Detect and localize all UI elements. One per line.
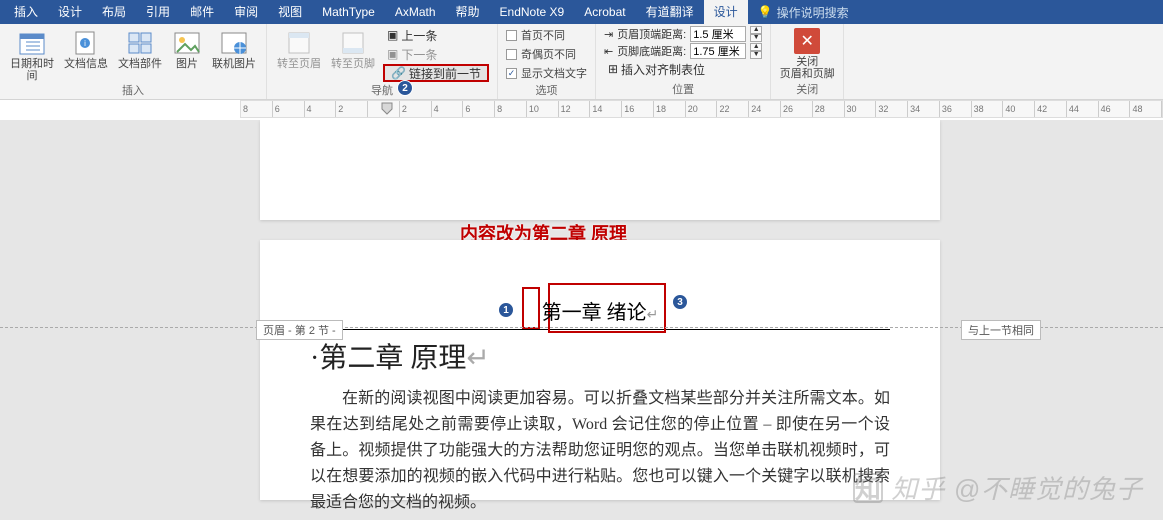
btn-online-pic[interactable]: 联机图片 (210, 26, 258, 70)
tab-icon: ⊞ (608, 62, 618, 76)
checkbox-icon (506, 30, 517, 41)
tab-mailings[interactable]: 邮件 (180, 0, 224, 24)
ruler-area: 8642246810121416182022242628303234363840… (0, 100, 1163, 120)
tab-endnote[interactable]: EndNote X9 (490, 0, 575, 24)
document-area: 内容改为第二章 原理 1 第一章 绪论↵ 3 ·第二章 原理↵ 在新的阅读视图中… (0, 120, 1163, 520)
ribbon-tabs: 插入 设计 布局 引用 邮件 审阅 视图 MathType AxMath 帮助 … (0, 0, 1163, 24)
svg-text:i: i (84, 39, 86, 48)
tab-acrobat[interactable]: Acrobat (574, 0, 635, 24)
tab-references[interactable]: 引用 (136, 0, 180, 24)
ribbon: 日期和时间 i 文档信息 文档部件 图片 联机图片 插入 (0, 24, 1163, 100)
tag-header-section: 页眉 - 第 2 节 - (256, 320, 343, 340)
bulb-icon: 💡 (758, 5, 773, 19)
calendar-icon (18, 30, 46, 56)
group-label-insert: 插入 (8, 82, 258, 100)
group-nav: 转至页眉 转至页脚 ▣上一条 ▣下一条 🔗链接到前一节 导航 2 (267, 24, 498, 99)
up-arrow-icon: ▣ (387, 28, 398, 42)
horizontal-ruler[interactable]: 8642246810121416182022242628303234363840… (240, 100, 1163, 118)
ruler-bottom-icon: ⇤ (604, 45, 613, 58)
group-label-close: 关闭 (779, 81, 835, 99)
page-prev-bottom (260, 120, 940, 220)
group-insert: 日期和时间 i 文档信息 文档部件 图片 联机图片 插入 (0, 24, 267, 99)
indent-marker-icon[interactable] (381, 102, 393, 118)
header-region[interactable]: 1 第一章 绪论↵ 3 (310, 270, 890, 330)
label-goto-header: 转至页眉 (277, 58, 321, 70)
label-doc-parts: 文档部件 (118, 58, 162, 70)
tell-me-search[interactable]: 💡 操作说明搜索 (758, 4, 849, 21)
zhihu-icon: 知 (853, 473, 883, 503)
down-arrow-icon: ▣ (387, 47, 398, 61)
spin-down-icon[interactable]: ▼ (750, 34, 762, 42)
btn-picture[interactable]: 图片 (170, 26, 204, 70)
chk-odd-even[interactable]: 奇偶页不同 (506, 45, 587, 63)
page-current[interactable]: 1 第一章 绪论↵ 3 ·第二章 原理↵ 在新的阅读视图中阅读更加容易。可以折叠… (260, 240, 940, 500)
btn-prev-section[interactable]: ▣上一条 (383, 26, 489, 44)
label-picture: 图片 (176, 58, 198, 70)
tab-layout[interactable]: 布局 (92, 0, 136, 24)
label-date-time: 日期和时间 (8, 58, 56, 82)
goto-footer-icon (339, 30, 367, 56)
btn-close-hf[interactable]: ✕ 关闭页眉和页脚 (779, 26, 835, 80)
spin-down-icon[interactable]: ▼ (750, 51, 762, 59)
tab-mathtype[interactable]: MathType (312, 0, 385, 24)
group-close: ✕ 关闭页眉和页脚 关闭 (771, 24, 844, 99)
tab-hf-design[interactable]: 设计 (704, 0, 748, 24)
spin-up-icon[interactable]: ▲ (750, 43, 762, 51)
btn-date-time[interactable]: 日期和时间 (8, 26, 56, 82)
tell-me-label: 操作说明搜索 (777, 4, 849, 21)
badge-2: 2 (397, 80, 413, 96)
header-top-input[interactable] (690, 26, 746, 42)
footer-bottom-input[interactable] (690, 43, 746, 59)
doc-info-icon: i (72, 30, 100, 56)
btn-next-section[interactable]: ▣下一条 (383, 45, 489, 63)
link-icon: 🔗 (391, 66, 406, 80)
tab-axmath[interactable]: AxMath (385, 0, 446, 24)
tab-design[interactable]: 设计 (48, 0, 92, 24)
btn-goto-footer[interactable]: 转至页脚 (329, 26, 377, 70)
chk-show-text[interactable]: ✓显示文档文字 (506, 64, 587, 82)
btn-doc-info[interactable]: i 文档信息 (62, 26, 110, 70)
heading-chapter[interactable]: ·第二章 原理↵ (310, 336, 890, 376)
btn-doc-parts[interactable]: 文档部件 (116, 26, 164, 70)
group-label-options: 选项 (506, 82, 587, 100)
btn-goto-header[interactable]: 转至页眉 (275, 26, 323, 70)
spin-up-icon[interactable]: ▲ (750, 26, 762, 34)
header-text[interactable]: 第一章 绪论↵ (542, 296, 659, 325)
badge-1: 1 (498, 302, 514, 318)
picture-icon (173, 30, 201, 56)
label-doc-info: 文档信息 (64, 58, 108, 70)
group-label-nav: 导航 (275, 82, 489, 100)
group-label-position: 位置 (604, 81, 762, 99)
tab-youdao[interactable]: 有道翻译 (636, 0, 704, 24)
group-options: 首页不同 奇偶页不同 ✓显示文档文字 选项 (498, 24, 596, 99)
btn-link-prev[interactable]: 🔗链接到前一节 (383, 64, 489, 82)
tab-help[interactable]: 帮助 (446, 0, 490, 24)
online-pic-icon (220, 30, 248, 56)
checkbox-icon: ✓ (506, 68, 517, 79)
tag-same-as-prev: 与上一节相同 (961, 320, 1041, 340)
watermark: 知 知乎 @不睡觉的兔子 (853, 469, 1143, 506)
goto-header-icon (285, 30, 313, 56)
badge-3: 3 (672, 294, 688, 310)
group-position: ⇥ 页眉顶端距离: ▲▼ ⇤ 页脚底端距离: ▲▼ ⊞插入对齐制表位 位置 (596, 24, 771, 99)
highlight-box-1 (522, 287, 540, 329)
chk-first-diff[interactable]: 首页不同 (506, 26, 587, 44)
pilcrow-icon: ↵ (647, 308, 659, 323)
spin-header-top[interactable]: ⇥ 页眉顶端距离: ▲▼ (604, 26, 762, 42)
ruler-top-icon: ⇥ (604, 28, 613, 41)
tab-insert[interactable]: 插入 (4, 0, 48, 24)
spin-footer-bottom[interactable]: ⇤ 页脚底端距离: ▲▼ (604, 43, 762, 59)
label-online-pic: 联机图片 (212, 58, 256, 70)
tab-review[interactable]: 审阅 (224, 0, 268, 24)
body-paragraph[interactable]: 在新的阅读视图中阅读更加容易。可以折叠文档某些部分并关注所需文本。如果在达到结尾… (310, 386, 890, 516)
doc-parts-icon (126, 30, 154, 56)
checkbox-icon (506, 49, 517, 60)
btn-insert-align-tab[interactable]: ⊞插入对齐制表位 (604, 60, 762, 78)
pilcrow-icon: ↵ (466, 343, 489, 374)
tab-view[interactable]: 视图 (268, 0, 312, 24)
label-goto-footer: 转至页脚 (331, 58, 375, 70)
close-icon: ✕ (794, 28, 820, 54)
